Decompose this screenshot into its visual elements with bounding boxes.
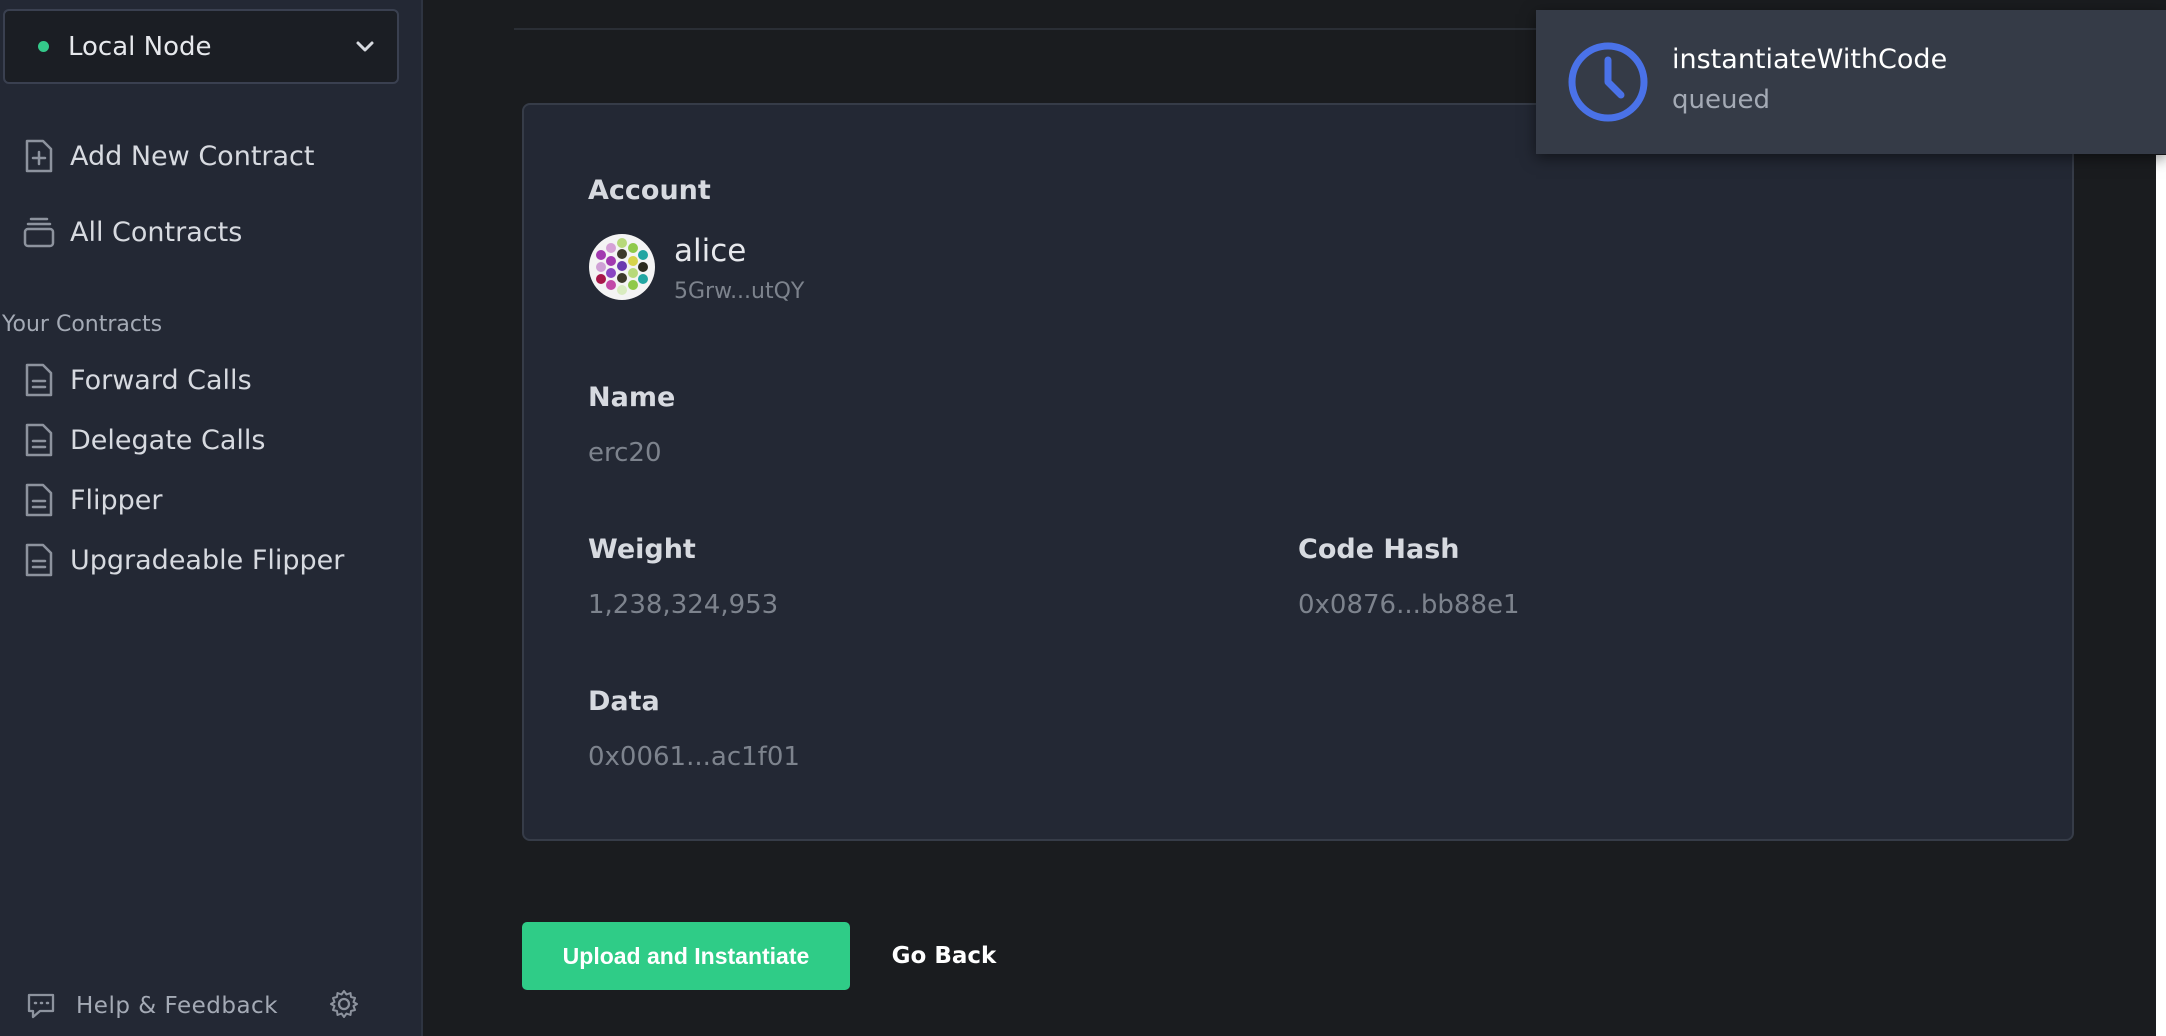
data-value: 0x0061...ac1f01 (588, 742, 800, 772)
contract-item-label: Flipper (70, 484, 163, 516)
account-address: 5Grw...utQY (674, 279, 805, 304)
chevron-down-icon (356, 41, 374, 52)
help-feedback-link[interactable]: Help & Feedback (26, 992, 278, 1020)
archive-icon (22, 212, 56, 252)
data-label: Data (588, 686, 660, 717)
code-hash-value: 0x0876...bb88e1 (1298, 590, 1520, 620)
network-status-dot (38, 41, 49, 52)
contract-item-label: Delegate Calls (70, 424, 266, 456)
clock-icon (1568, 42, 1648, 122)
sidebar-footer: Help & Feedback (26, 984, 358, 1028)
contract-item-flipper[interactable]: Flipper (22, 477, 163, 523)
account-avatar (589, 234, 655, 300)
contract-item-forward-calls[interactable]: Forward Calls (22, 357, 252, 403)
chat-icon (27, 993, 55, 1019)
code-hash-label: Code Hash (1298, 534, 1460, 565)
contract-item-label: Forward Calls (70, 364, 252, 396)
name-value: erc20 (588, 438, 662, 468)
network-name: Local Node (68, 31, 212, 62)
scrollbar[interactable] (2156, 155, 2166, 1036)
gear-icon[interactable] (328, 988, 360, 1020)
file-plus-icon (22, 136, 56, 176)
toast-status: queued (1672, 85, 1770, 115)
go-back-button[interactable]: Go Back (880, 922, 1008, 990)
upload-and-instantiate-button[interactable]: Upload and Instantiate (522, 922, 850, 990)
nav-all-contracts-label: All Contracts (70, 216, 243, 248)
document-icon (22, 540, 56, 580)
account-name: alice (674, 233, 747, 269)
contract-item-label: Upgradeable Flipper (70, 544, 345, 576)
toast-title: instantiateWithCode (1672, 44, 1948, 75)
document-icon (22, 480, 56, 520)
name-label: Name (588, 382, 676, 413)
network-selector[interactable]: Local Node (3, 9, 399, 84)
weight-label: Weight (588, 534, 696, 565)
transaction-toast: instantiateWithCode queued (1536, 10, 2166, 154)
weight-value: 1,238,324,953 (588, 590, 779, 620)
document-icon (22, 420, 56, 460)
contract-item-delegate-calls[interactable]: Delegate Calls (22, 417, 265, 463)
contract-item-upgradeable-flipper[interactable]: Upgradeable Flipper (22, 537, 344, 583)
nav-add-new-contract[interactable]: Add New Contract (22, 133, 314, 179)
account-label: Account (588, 175, 711, 206)
help-feedback-label: Help & Feedback (76, 993, 279, 1019)
review-card: Account alice 5Grw...utQY Name erc20 Wei… (522, 103, 2074, 841)
document-icon (22, 360, 56, 400)
sidebar: Local Node Add New Contract All Contract… (0, 0, 423, 1036)
nav-all-contracts[interactable]: All Contracts (22, 209, 242, 255)
your-contracts-heading: Your Contracts (2, 312, 163, 337)
nav-add-new-contract-label: Add New Contract (70, 140, 315, 172)
